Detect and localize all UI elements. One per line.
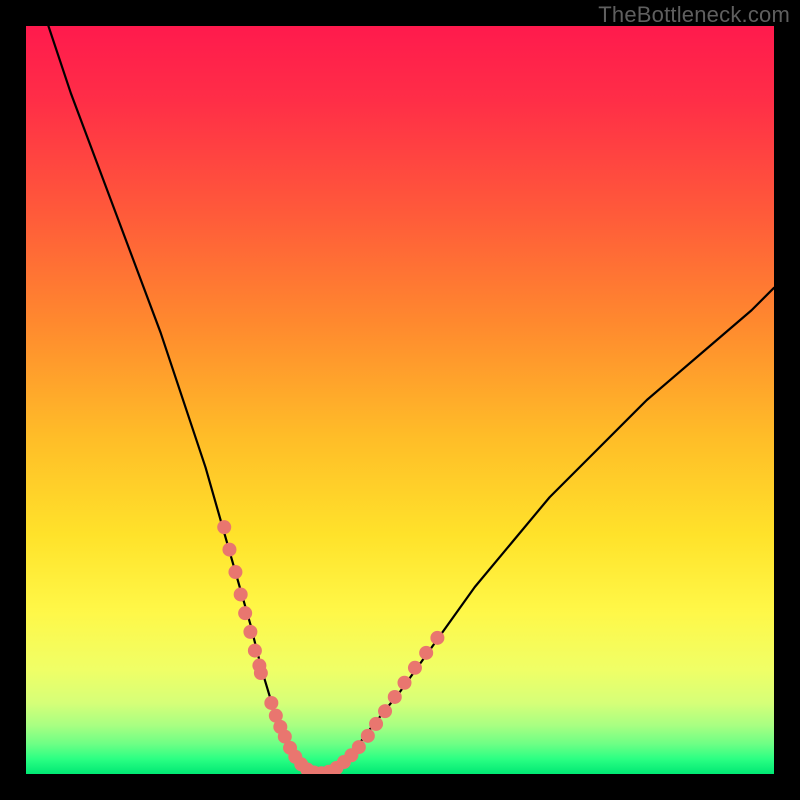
marker-dot bbox=[352, 740, 366, 754]
marker-dot bbox=[388, 690, 402, 704]
bottleneck-curve bbox=[48, 26, 774, 774]
marker-dot bbox=[228, 565, 242, 579]
marker-dot bbox=[248, 644, 262, 658]
marker-group bbox=[217, 520, 444, 774]
marker-dot bbox=[378, 704, 392, 718]
marker-dot bbox=[264, 696, 278, 710]
marker-dot bbox=[243, 625, 257, 639]
marker-dot bbox=[217, 520, 231, 534]
marker-dot bbox=[397, 676, 411, 690]
marker-dot bbox=[430, 631, 444, 645]
marker-dot bbox=[369, 717, 383, 731]
marker-dot bbox=[234, 587, 248, 601]
chart-frame: TheBottleneck.com bbox=[0, 0, 800, 800]
marker-dot bbox=[419, 646, 433, 660]
marker-dot bbox=[238, 606, 252, 620]
marker-dot bbox=[361, 729, 375, 743]
plot-area bbox=[26, 26, 774, 774]
chart-svg bbox=[26, 26, 774, 774]
marker-dot bbox=[222, 543, 236, 557]
marker-dot bbox=[408, 661, 422, 675]
attribution-label: TheBottleneck.com bbox=[598, 2, 790, 28]
marker-dot bbox=[254, 666, 268, 680]
